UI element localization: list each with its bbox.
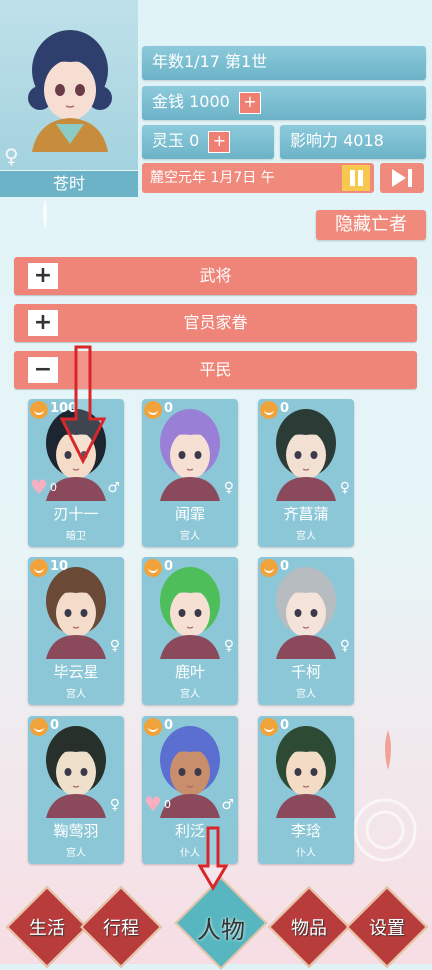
mood-icon	[30, 401, 48, 419]
gender-icon: ♀	[339, 480, 350, 496]
category-label: 武将	[199, 266, 232, 285]
nav-tab[interactable]: 生活	[5, 885, 89, 969]
mood-value: 100	[50, 401, 78, 416]
player-name: 苍时	[0, 170, 138, 197]
character-name: 鞠莺羽	[53, 822, 99, 840]
character-role: 仆人	[296, 848, 316, 859]
money-bar: 金钱 1000 +	[142, 86, 426, 120]
nav-tab[interactable]: 人物	[174, 876, 268, 970]
mood-value: 0	[280, 401, 290, 416]
pause-button[interactable]	[342, 165, 370, 191]
gender-icon: ♂	[221, 797, 234, 813]
player-portrait[interactable]	[22, 20, 118, 152]
mood-value: 0	[164, 718, 174, 733]
gender-icon: ♀	[223, 638, 234, 654]
mood-value: 0	[280, 559, 290, 574]
heart-icon: ♥	[144, 792, 162, 816]
mood-value: 0	[164, 401, 174, 416]
character-role: 仆人	[180, 848, 200, 859]
character-role: 宫人	[180, 689, 200, 700]
expand-icon[interactable]: +	[28, 263, 58, 289]
nav-tab-label: 人物	[197, 916, 245, 944]
fast-forward-icon	[392, 169, 412, 187]
influence-label: 影响力 4018	[290, 131, 384, 150]
character-card[interactable]: 0 ♥ 0 ♂ 利泛 仆人	[142, 716, 238, 864]
mood-icon	[144, 718, 162, 736]
category-officials-family[interactable]: + 官员家眷	[14, 304, 417, 342]
character-role: 宫人	[66, 689, 86, 700]
jade-label: 灵玉 0	[152, 131, 200, 150]
mood-icon	[260, 718, 278, 736]
gender-icon: ♀	[223, 480, 234, 496]
character-card[interactable]: 0 ♀ 鞠莺羽 宫人	[28, 716, 124, 864]
year-label: 年数1/17 第1世	[152, 52, 268, 71]
mood-icon	[30, 718, 48, 736]
category-generals[interactable]: + 武将	[14, 257, 417, 295]
category-label: 官员家眷	[183, 313, 248, 332]
mood-value: 0	[280, 718, 290, 733]
collapse-icon[interactable]: −	[28, 357, 58, 383]
character-card[interactable]: 0 ♀ 齐菖蒲 宫人	[258, 399, 354, 547]
nav-tab-label: 行程	[103, 918, 139, 939]
character-card[interactable]: 0 ♀ 鹿叶 宫人	[142, 557, 238, 705]
gender-icon: ♀	[109, 797, 120, 813]
mood-value: 10	[50, 559, 69, 574]
character-card[interactable]: 0 ♀ 千柯 宫人	[258, 557, 354, 705]
character-card[interactable]: 0 ♀ 闻霏 宫人	[142, 399, 238, 547]
date-bar: 麓空元年 1月7日 午	[142, 163, 374, 193]
character-card[interactable]: 10 ♀ 毕云星 宫人	[28, 557, 124, 705]
category-commoners[interactable]: − 平民	[14, 351, 417, 389]
character-name: 毕云星	[53, 663, 99, 681]
nav-tab[interactable]: 物品	[267, 885, 351, 969]
nav-tab-label: 物品	[291, 918, 327, 939]
character-name: 齐菖蒲	[283, 505, 329, 523]
character-name: 利泛	[174, 822, 205, 840]
influence-bar: 影响力 4018	[280, 125, 426, 159]
nav-tab[interactable]: 设置	[345, 885, 429, 969]
add-money-button[interactable]: +	[238, 91, 261, 114]
affection-value: 0	[164, 798, 171, 811]
gender-icon: ♂	[107, 480, 120, 496]
mood-icon	[260, 401, 278, 419]
character-role: 宫人	[66, 848, 86, 859]
player-gender-icon: ♀	[4, 144, 19, 168]
character-role: 宫人	[296, 531, 316, 542]
mood-value: 0	[164, 559, 174, 574]
mood-icon	[30, 559, 48, 577]
character-card[interactable]: 100 ♥ 0 ♂ 刃十一 暗卫	[28, 399, 124, 547]
character-name: 刃十一	[53, 505, 99, 523]
hide-dead-button[interactable]: 隐藏亡者	[316, 210, 426, 240]
heart-icon: ♥	[30, 475, 48, 499]
character-name: 闻霏	[174, 505, 205, 523]
mood-icon	[144, 559, 162, 577]
gender-icon: ♀	[109, 638, 120, 654]
mood-value: 0	[50, 718, 60, 733]
jade-bar: 灵玉 0 +	[142, 125, 274, 159]
character-role: 宫人	[180, 531, 200, 542]
gender-icon: ♀	[339, 638, 350, 654]
nav-tab-label: 生活	[29, 918, 65, 939]
character-name: 李琀	[290, 822, 321, 840]
expand-icon[interactable]: +	[28, 310, 58, 336]
money-label: 金钱 1000	[152, 92, 230, 111]
date-label: 麓空元年 1月7日 午	[150, 170, 275, 186]
mood-icon	[260, 559, 278, 577]
character-role: 宫人	[296, 689, 316, 700]
nav-tab-label: 设置	[369, 918, 405, 939]
affection-value: 0	[50, 481, 57, 494]
fast-forward-button[interactable]	[380, 163, 424, 193]
character-name: 鹿叶	[174, 663, 205, 681]
character-name: 千柯	[290, 663, 321, 681]
nav-tab[interactable]: 行程	[79, 885, 163, 969]
mood-icon	[144, 401, 162, 419]
character-card[interactable]: 0 李琀 仆人	[258, 716, 354, 864]
year-generation-bar: 年数1/17 第1世	[142, 46, 426, 80]
character-role: 暗卫	[66, 531, 86, 542]
category-label: 平民	[199, 360, 232, 379]
add-jade-button[interactable]: +	[208, 130, 231, 153]
